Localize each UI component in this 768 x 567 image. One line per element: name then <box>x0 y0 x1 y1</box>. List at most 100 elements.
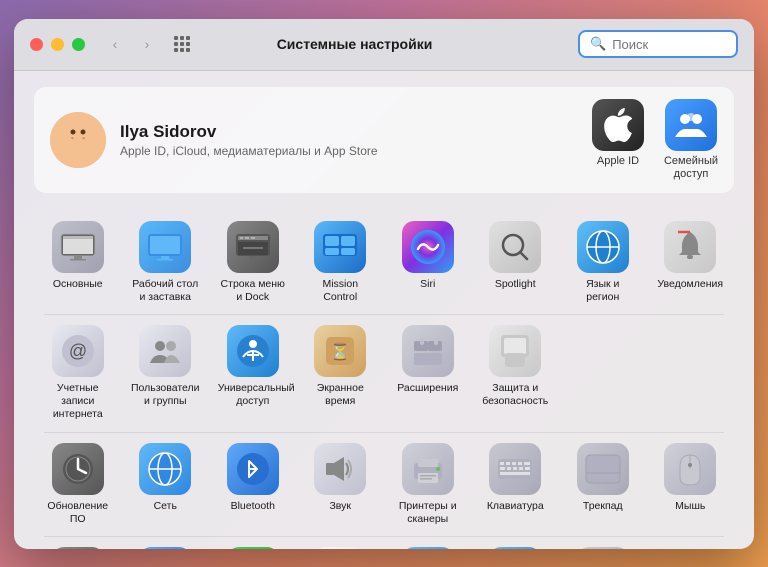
svg-text:⏳: ⏳ <box>330 342 350 361</box>
icon-image <box>52 547 104 549</box>
icon-image <box>52 443 104 495</box>
icon-item[interactable]: Spotlight <box>472 213 560 312</box>
icon-image <box>314 443 366 495</box>
apple-id-button[interactable]: Apple ID <box>592 99 644 181</box>
icon-label: Принтеры исканеры <box>399 500 457 526</box>
maximize-button[interactable] <box>72 38 85 51</box>
icon-image <box>664 443 716 495</box>
search-box[interactable]: 🔍 <box>578 30 738 58</box>
icon-image <box>402 443 454 495</box>
icon-image <box>314 221 366 273</box>
icon-label: Защита ибезопасность <box>482 382 548 408</box>
icon-image <box>489 547 541 549</box>
icon-item[interactable]: TimeMachine <box>472 539 560 549</box>
icon-label: Универсальныйдоступ <box>218 382 288 408</box>
icon-item[interactable]: Универсальныйдоступ <box>209 317 297 429</box>
icon-item[interactable]: Мониторы <box>34 539 122 549</box>
icon-label: Уведомления <box>657 278 723 291</box>
profile-name: Ilya Sidorov <box>120 122 592 142</box>
icon-item[interactable]: Клавиатура <box>472 435 560 534</box>
icon-image <box>139 547 191 549</box>
icon-item <box>559 317 647 429</box>
content-area: Ilya Sidorov Apple ID, iCloud, медиамате… <box>14 71 754 549</box>
window-title: Системные настройки <box>131 36 578 52</box>
titlebar: ‹ › Системные настройки 🔍 <box>14 19 754 71</box>
search-icon: 🔍 <box>590 36 606 52</box>
icon-label: MissionControl <box>322 278 358 304</box>
icon-label: Siri <box>420 278 435 291</box>
icon-item[interactable]: Battery <box>209 539 297 549</box>
icon-item[interactable]: Мышь <box>647 435 735 534</box>
icon-item[interactable]: Sidecar <box>122 539 210 549</box>
icon-image <box>489 443 541 495</box>
icon-item <box>647 539 735 549</box>
icon-image: ⏳ <box>314 325 366 377</box>
icon-label: Мышь <box>675 500 705 513</box>
icon-item[interactable]: MissionControl <box>297 213 385 312</box>
search-input[interactable] <box>612 37 726 52</box>
profile-subtitle: Apple ID, iCloud, медиаматериалы и App S… <box>120 144 592 158</box>
icon-item[interactable]: Рабочий столи заставка <box>122 213 210 312</box>
icon-label: Сеть <box>154 500 177 513</box>
icon-item[interactable]: Пользователии группы <box>122 317 210 429</box>
icon-image <box>664 221 716 273</box>
icon-item[interactable]: Сеть <box>122 435 210 534</box>
icon-item <box>647 317 735 429</box>
icon-image <box>489 325 541 377</box>
profile-info: Ilya Sidorov Apple ID, iCloud, медиамате… <box>120 122 592 158</box>
icon-item[interactable]: ⏳Экранноевремя <box>297 317 385 429</box>
family-sharing-icon <box>665 99 717 151</box>
icon-label: Пользователии группы <box>131 382 200 408</box>
apple-id-icon <box>592 99 644 151</box>
family-sharing-label: Семейныйдоступ <box>664 155 718 181</box>
icon-image <box>402 221 454 273</box>
profile-section[interactable]: Ilya Sidorov Apple ID, iCloud, медиамате… <box>34 87 734 193</box>
system-preferences-window: ‹ › Системные настройки 🔍 <box>14 19 754 549</box>
family-sharing-button[interactable]: Семейныйдоступ <box>664 99 718 181</box>
icon-label: ОбновлениеПО <box>47 500 108 526</box>
icon-item[interactable]: Уведомления <box>647 213 735 312</box>
close-button[interactable] <box>30 38 43 51</box>
icon-item[interactable]: ОбновлениеПО <box>34 435 122 534</box>
icon-image <box>402 325 454 377</box>
icon-item[interactable]: Общийдоступ <box>384 539 472 549</box>
icon-image <box>227 325 279 377</box>
icon-label: Клавиатура <box>487 500 544 513</box>
icons-grid: Основные Рабочий столи заставка Строка мен… <box>34 213 734 549</box>
icon-label: Рабочий столи заставка <box>132 278 198 304</box>
icon-item[interactable]: Расширения <box>384 317 472 429</box>
icon-item[interactable]: Загрузочныйдиск <box>559 539 647 549</box>
icon-image: 17 <box>314 547 366 549</box>
icon-image <box>139 325 191 377</box>
icon-item[interactable]: Siri <box>384 213 472 312</box>
icon-label: Spotlight <box>495 278 536 291</box>
icon-label: Трекпад <box>583 500 623 513</box>
icon-item[interactable]: Строка менюи Dock <box>209 213 297 312</box>
icon-image <box>577 547 629 549</box>
apple-id-label: Apple ID <box>597 155 639 168</box>
profile-quick-icons: Apple ID Семейныйдоступ <box>592 99 718 181</box>
icon-image: @ <box>52 325 104 377</box>
icon-label: Расширения <box>397 382 458 395</box>
icon-item[interactable]: 17Дата ивремя <box>297 539 385 549</box>
icon-item[interactable]: Bluetooth <box>209 435 297 534</box>
icon-item[interactable]: @Учетные записиинтернета <box>34 317 122 429</box>
icon-image <box>52 221 104 273</box>
icon-item[interactable]: Защита ибезопасность <box>472 317 560 429</box>
icon-image <box>402 547 454 549</box>
icon-item[interactable]: Звук <box>297 435 385 534</box>
icon-image <box>577 221 629 273</box>
icon-image <box>489 221 541 273</box>
icon-item[interactable]: Основные <box>34 213 122 312</box>
icon-image <box>227 221 279 273</box>
back-button[interactable]: ‹ <box>101 33 129 55</box>
icon-item[interactable]: Трекпад <box>559 435 647 534</box>
minimize-button[interactable] <box>51 38 64 51</box>
icon-item[interactable]: Принтеры исканеры <box>384 435 472 534</box>
icon-image <box>139 221 191 273</box>
traffic-lights <box>30 38 85 51</box>
svg-text:@: @ <box>69 341 87 361</box>
icon-label: Язык ирегион <box>586 278 619 304</box>
icon-item[interactable]: Язык ирегион <box>559 213 647 312</box>
icon-image <box>227 443 279 495</box>
